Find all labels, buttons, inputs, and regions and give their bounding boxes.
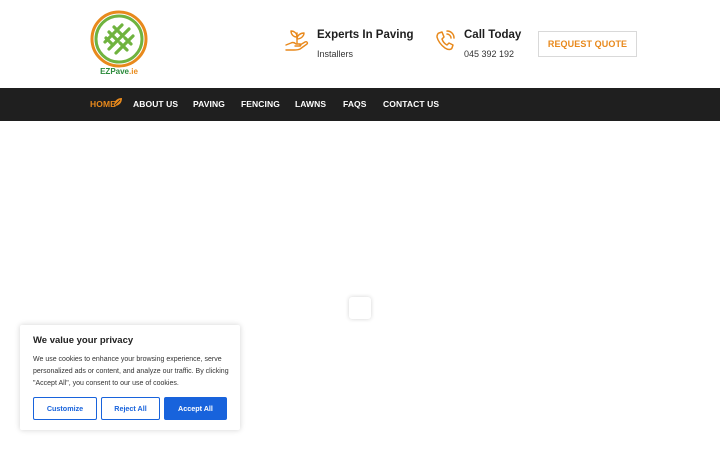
nav-item-faqs[interactable]: FAQS [343,99,367,109]
call-title: Call Today [464,29,522,41]
site-header: EZPave.ie Experts In Paving Installers C… [0,0,720,88]
logo-name: EZPave [100,67,129,76]
request-quote-button[interactable]: REQUEST QUOTE [538,31,637,57]
logo-suffix: .ie [129,67,138,76]
site-logo[interactable]: EZPave.ie [90,10,148,78]
experts-title: Experts In Paving [317,29,414,41]
call-phone[interactable]: 045 392 192 [464,49,514,59]
nav-item-lawns[interactable]: LAWNS [295,99,326,109]
main-nav: HOME ABOUT US PAVING FENCING LAWNS FAQS … [0,88,720,121]
nav-item-contact-us[interactable]: CONTACT US [383,99,439,109]
customize-button[interactable]: Customize [33,397,97,420]
phone-icon [434,28,460,56]
nav-item-about-us[interactable]: ABOUT US [133,99,178,109]
logo-icon [90,10,148,68]
nav-item-fencing[interactable]: FENCING [241,99,280,109]
cookie-title: We value your privacy [33,335,134,346]
loading-spinner-icon [349,297,371,319]
plant-hand-icon [284,28,310,56]
leaf-icon [113,94,123,106]
reject-all-button[interactable]: Reject All [101,397,160,420]
accept-all-button[interactable]: Accept All [164,397,227,420]
cookie-consent-banner: We value your privacy We use cookies to … [20,325,240,430]
nav-item-paving[interactable]: PAVING [193,99,225,109]
logo-wordmark: EZPave.ie [90,67,148,76]
experts-subtitle: Installers [317,49,354,59]
cookie-description: We use cookies to enhance your browsing … [33,356,229,387]
